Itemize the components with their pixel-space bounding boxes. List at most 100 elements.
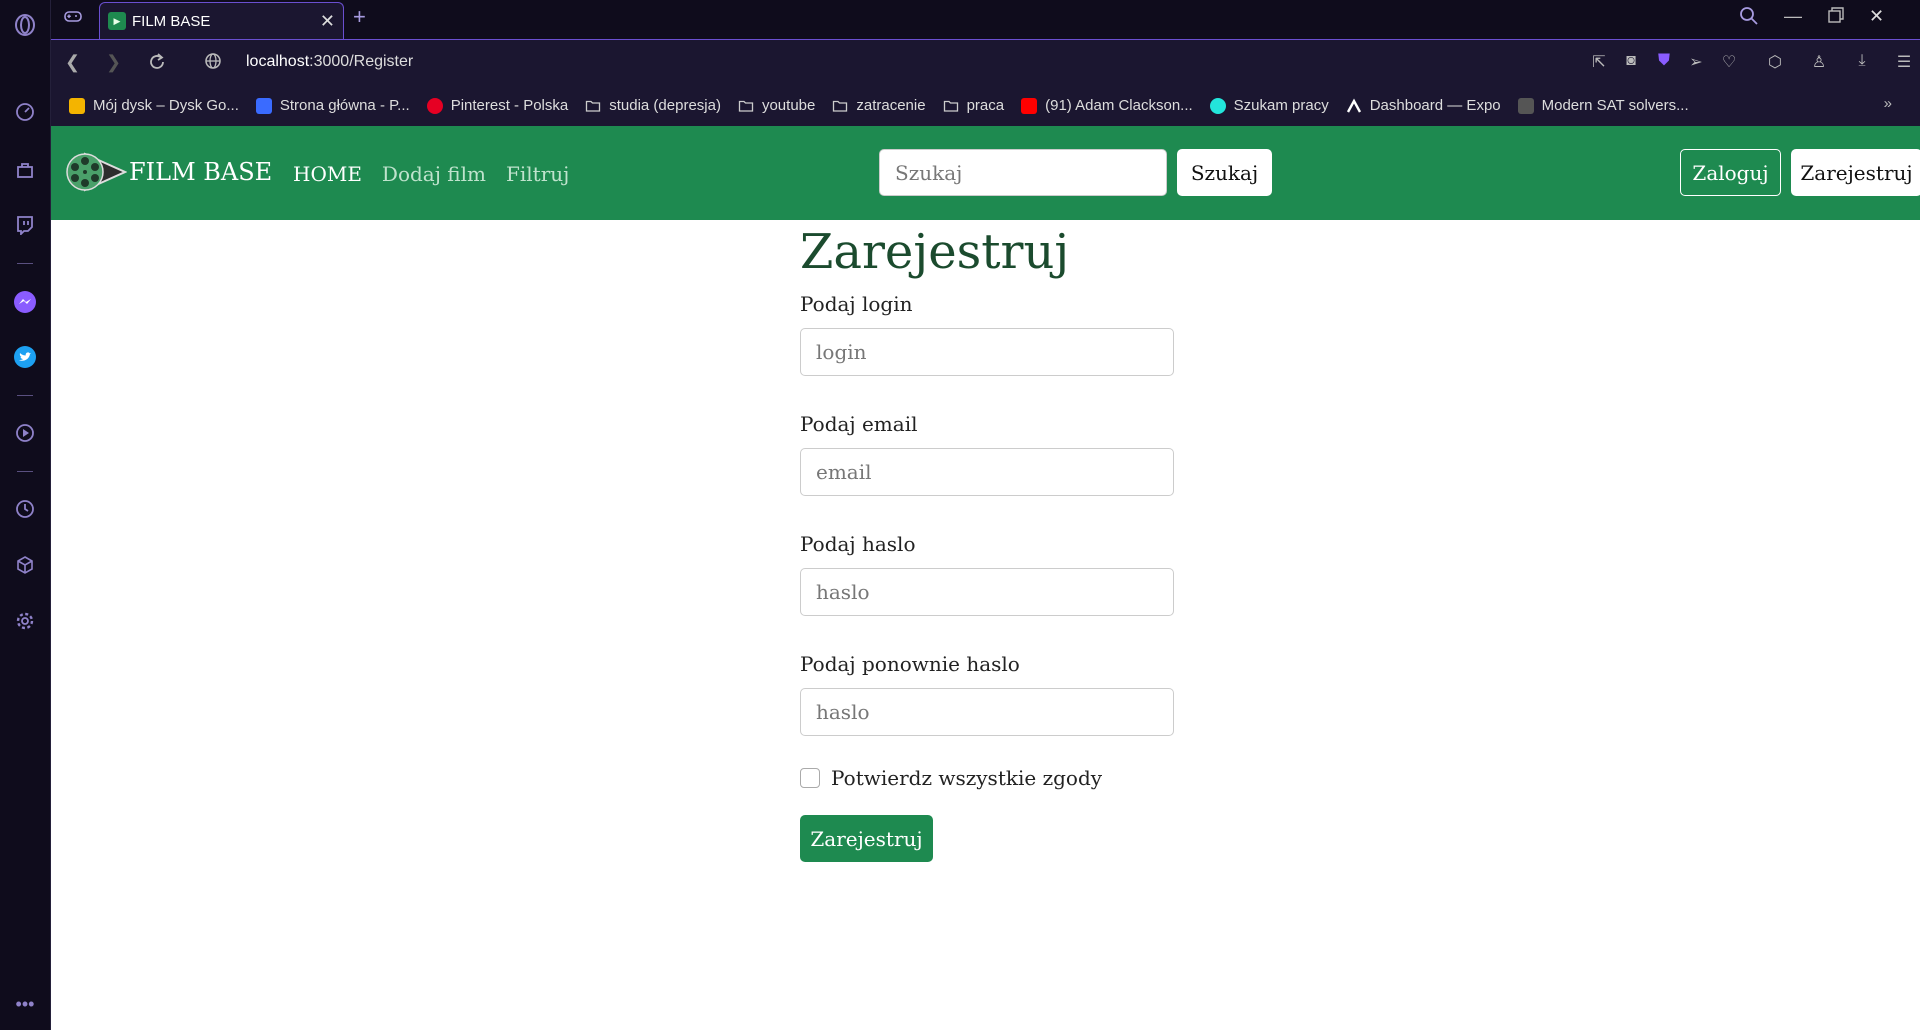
settings-gear-icon[interactable] bbox=[13, 609, 37, 633]
password-input[interactable] bbox=[800, 568, 1174, 616]
search-tabs-icon[interactable] bbox=[1739, 6, 1759, 31]
folder-icon bbox=[585, 98, 601, 114]
tab-bar: ▶ FILM BASE ✕ + — ✕ bbox=[51, 0, 1920, 39]
web-page: FILM BASE HOME Dodaj film Filtruj Szukaj… bbox=[51, 126, 1920, 1030]
opera-logo-icon[interactable] bbox=[13, 13, 37, 37]
consent-checkbox[interactable] bbox=[800, 768, 820, 788]
downloads-icon[interactable]: ⤓ bbox=[1852, 52, 1872, 72]
speed-dial-icon[interactable] bbox=[13, 100, 37, 124]
back-icon[interactable]: ❮ bbox=[65, 52, 80, 73]
twitch-icon[interactable] bbox=[13, 213, 37, 237]
shopping-icon[interactable] bbox=[13, 158, 37, 182]
email-input[interactable] bbox=[800, 448, 1174, 496]
player-icon[interactable] bbox=[13, 421, 37, 445]
password-repeat-input[interactable] bbox=[800, 688, 1174, 736]
search-input[interactable] bbox=[879, 149, 1167, 196]
address-bar: ❮ ❯ localhost:3000/Register ⇱ ◙ ⛊ ➢ ♡ ⬡ … bbox=[51, 39, 1920, 85]
url-field[interactable]: localhost:3000/Register bbox=[246, 53, 413, 71]
bookmark-item[interactable]: (91) Adam Clackson... bbox=[1021, 97, 1193, 114]
bookmark-item[interactable]: zatracenie bbox=[832, 97, 926, 114]
history-icon[interactable] bbox=[13, 497, 37, 521]
url-path: :3000/Register bbox=[309, 53, 414, 70]
tab-film-base[interactable]: ▶ FILM BASE ✕ bbox=[99, 2, 344, 39]
brand[interactable]: FILM BASE bbox=[65, 152, 272, 192]
email-label: Podaj email bbox=[800, 412, 918, 436]
bookmark-label: Strona główna - P... bbox=[279, 97, 410, 114]
bookmark-label: (91) Adam Clackson... bbox=[1045, 97, 1193, 114]
messenger-icon[interactable] bbox=[13, 290, 37, 314]
bookmark-label: Pinterest - Polska bbox=[450, 97, 569, 114]
game-controller-icon[interactable] bbox=[63, 6, 83, 31]
bookmark-item[interactable]: Pinterest - Polska bbox=[426, 97, 569, 114]
vpn-shield-icon[interactable]: ⛊ bbox=[1654, 52, 1674, 72]
easy-setup-icon[interactable]: ☰ bbox=[1894, 52, 1914, 72]
login-label: Podaj login bbox=[800, 292, 913, 316]
t-logo-icon bbox=[255, 97, 272, 114]
bookmark-label: Dashboard — Expo bbox=[1369, 97, 1501, 114]
share-icon[interactable]: ⇱ bbox=[1589, 52, 1609, 72]
register-form: Zarejestruj Podaj login Podaj email Poda… bbox=[800, 224, 1174, 862]
search-button[interactable]: Szukaj bbox=[1177, 149, 1272, 196]
bookmark-label: praca bbox=[966, 97, 1005, 114]
bookmark-item[interactable]: Mój dysk – Dysk Go... bbox=[69, 97, 239, 114]
register-submit-button[interactable]: Zarejestruj bbox=[800, 815, 933, 862]
doc-icon bbox=[1517, 97, 1534, 114]
bookmarks-overflow-icon[interactable]: » bbox=[1884, 95, 1892, 112]
tab-title: FILM BASE bbox=[132, 12, 211, 30]
sidebar-divider bbox=[17, 395, 33, 396]
olx-icon bbox=[1209, 97, 1226, 114]
extensions-cube-icon[interactable] bbox=[13, 553, 37, 577]
bookmark-item[interactable]: Szukam pracy bbox=[1209, 97, 1329, 114]
bookmark-item[interactable]: youtube bbox=[738, 97, 815, 114]
more-options-icon[interactable]: ••• bbox=[13, 992, 37, 1016]
nav-filter[interactable]: Filtruj bbox=[506, 162, 569, 186]
heart-icon[interactable]: ♡ bbox=[1719, 52, 1739, 72]
film-favicon-icon: ▶ bbox=[108, 12, 126, 30]
nav-add-film[interactable]: Dodaj film bbox=[382, 162, 486, 186]
login-input[interactable] bbox=[800, 328, 1174, 376]
expo-icon bbox=[1346, 97, 1362, 114]
profile-icon[interactable]: ♙ bbox=[1809, 52, 1829, 72]
password-label: Podaj haslo bbox=[800, 532, 916, 556]
send-icon[interactable]: ➢ bbox=[1686, 52, 1706, 72]
login-button[interactable]: Zaloguj bbox=[1680, 149, 1781, 196]
bookmark-item[interactable]: studia (depresja) bbox=[585, 97, 721, 114]
page-title: Zarejestruj bbox=[800, 224, 1070, 280]
close-window-icon[interactable]: ✕ bbox=[1869, 6, 1884, 27]
new-tab-plus-icon[interactable]: + bbox=[353, 4, 366, 30]
browser-sidebar: ••• bbox=[0, 0, 51, 1030]
bookmarks-bar: Mój dysk – Dysk Go... Strona główna - P..… bbox=[51, 85, 1920, 126]
bookmark-item[interactable]: praca bbox=[943, 97, 1005, 114]
register-nav-button[interactable]: Zarejestruj bbox=[1791, 149, 1920, 196]
consent-row: Potwierdz wszystkie zgody bbox=[800, 766, 1174, 790]
twitter-icon[interactable] bbox=[13, 345, 37, 369]
folder-icon bbox=[943, 98, 959, 114]
nav-links: HOME Dodaj film Filtruj bbox=[293, 162, 569, 186]
password-repeat-label: Podaj ponownie haslo bbox=[800, 652, 1020, 676]
snapshot-camera-icon[interactable]: ◙ bbox=[1621, 52, 1641, 72]
pinterest-icon bbox=[426, 97, 443, 114]
bookmark-item[interactable]: Modern SAT solvers... bbox=[1517, 97, 1689, 114]
extensions-icon[interactable]: ⬡ bbox=[1765, 52, 1785, 72]
bookmark-label: zatracenie bbox=[856, 97, 926, 114]
minimize-icon[interactable]: — bbox=[1784, 6, 1802, 27]
restore-icon[interactable] bbox=[1827, 6, 1845, 29]
folder-icon bbox=[738, 98, 754, 114]
bookmark-label: youtube bbox=[761, 97, 816, 114]
reload-icon[interactable] bbox=[147, 52, 167, 77]
site-navbar: FILM BASE HOME Dodaj film Filtruj Szukaj… bbox=[51, 126, 1920, 220]
film-reel-logo-icon bbox=[65, 152, 128, 192]
bookmark-label: Modern SAT solvers... bbox=[1541, 97, 1689, 114]
site-info-globe-icon[interactable] bbox=[204, 52, 222, 75]
bookmark-item[interactable]: Dashboard — Expo bbox=[1346, 97, 1501, 114]
close-tab-icon[interactable]: ✕ bbox=[320, 11, 335, 32]
forward-icon[interactable]: ❯ bbox=[106, 52, 121, 73]
brand-name: FILM BASE bbox=[129, 158, 273, 186]
url-host: localhost bbox=[246, 53, 310, 70]
bookmark-label: Mój dysk – Dysk Go... bbox=[93, 97, 239, 114]
consent-label[interactable]: Potwierdz wszystkie zgody bbox=[831, 766, 1102, 790]
youtube-icon bbox=[1021, 97, 1038, 114]
folder-icon bbox=[832, 98, 848, 114]
nav-home[interactable]: HOME bbox=[293, 162, 362, 186]
bookmark-item[interactable]: Strona główna - P... bbox=[255, 97, 410, 114]
